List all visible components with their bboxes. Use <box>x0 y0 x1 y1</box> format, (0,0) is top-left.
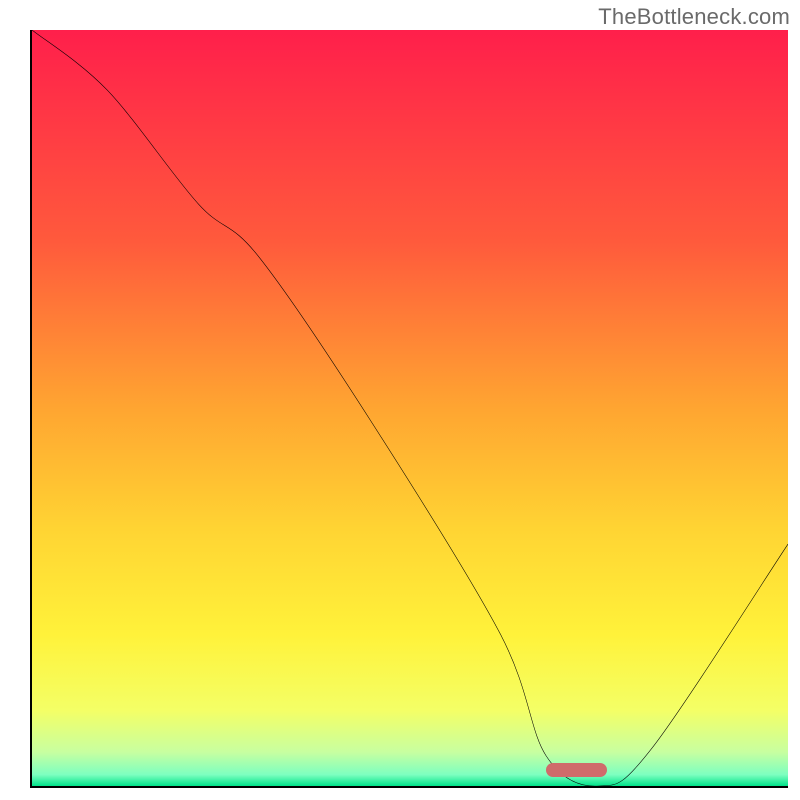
watermark-text: TheBottleneck.com <box>598 4 790 30</box>
bottleneck-curve <box>32 30 788 786</box>
optimal-range-marker <box>546 763 606 777</box>
plot-area <box>30 30 788 788</box>
chart-container: TheBottleneck.com <box>0 0 800 800</box>
